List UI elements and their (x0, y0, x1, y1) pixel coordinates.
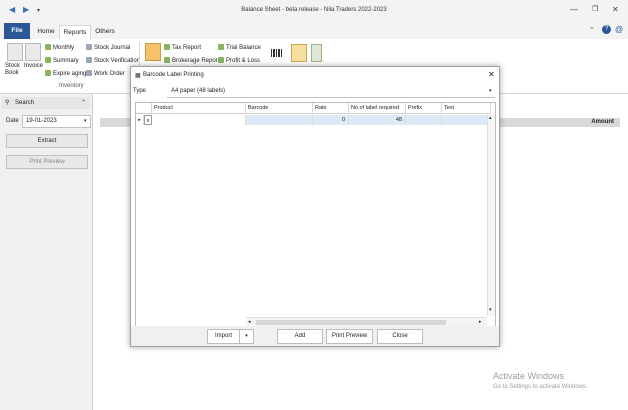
minimize-icon[interactable]: — (570, 5, 578, 14)
expire-aging-icon (45, 70, 51, 76)
accounts-icon (145, 43, 161, 61)
date-label: Date (6, 118, 19, 124)
amount-column-header: Amount (591, 119, 614, 125)
invoice-icon (25, 43, 41, 61)
rate-cell[interactable]: 0 (313, 115, 349, 125)
horizontal-scroll-thumb[interactable] (256, 320, 446, 325)
left-panel: ⚲ Search ⌃ Date 19-01-2023 ▾ Extract Pri… (0, 94, 93, 410)
rate-column-header: Rate (313, 103, 349, 114)
tab-home[interactable]: Home (34, 25, 58, 39)
add-button[interactable]: Add (277, 329, 323, 344)
prefix-cell[interactable] (406, 115, 442, 125)
row-pointer-icon: ▸ (136, 115, 144, 125)
trial-balance-icon (218, 44, 224, 50)
product-cell[interactable] (152, 115, 246, 125)
search-label: Search (15, 100, 35, 106)
activate-windows-subtitle: Go to Settings to activate Windows. (493, 384, 588, 390)
type-label: Type (133, 88, 147, 94)
work-order-button[interactable]: Work Order (86, 70, 125, 77)
tax-report-icon (164, 44, 170, 50)
close-button[interactable]: Close (377, 329, 423, 344)
stock-book-button[interactable]: Stock Book (5, 63, 23, 77)
brokerage-report-icon (164, 57, 170, 63)
print-preview-button[interactable]: Print Preview (6, 155, 88, 169)
summary-icon (45, 57, 51, 63)
brokerage-report-button[interactable]: Brokerage Report (164, 57, 219, 64)
invoice-button[interactable]: Invoice (24, 63, 43, 69)
date-value: 19-01-2023 (26, 118, 57, 124)
search-icon: ⚲ (5, 100, 10, 106)
barcode-icon[interactable] (270, 47, 284, 63)
text-column-header: Text (442, 103, 491, 114)
ribbon-tabs: File Home Reports Others ⌃ ? @ (0, 22, 628, 40)
restore-icon[interactable]: ❐ (592, 5, 598, 13)
tax-report-button[interactable]: Tax Report (164, 44, 201, 51)
dialog-close-icon[interactable]: ✕ (488, 70, 495, 79)
monthly-icon (45, 44, 51, 50)
profit-loss-button[interactable]: Profit & Loss (218, 57, 260, 64)
bottle-icon[interactable] (311, 44, 322, 62)
stock-journal-icon (86, 44, 92, 50)
prefix-column-header: Prefix (406, 103, 442, 114)
type-dropdown-icon[interactable]: ▾ (489, 88, 492, 94)
barcode-title-icon: ▦ (135, 73, 141, 79)
product-column-header: Product (152, 103, 246, 114)
collapse-ribbon-icon[interactable]: ⌃ (589, 26, 595, 34)
window-title: Balance Sheet - beta release - Nila Trad… (241, 7, 387, 13)
barcode-column-header: Barcode (246, 103, 313, 114)
import-button[interactable]: Import (207, 329, 240, 344)
activate-windows-title: Activate Windows (493, 371, 565, 381)
monthly-button[interactable]: Monthly (45, 44, 74, 51)
inventory-group-label: Inventory (59, 83, 84, 89)
scroll-down-icon[interactable]: ▾ (489, 307, 492, 313)
barcode-label-printing-dialog: ▦ Barcode Label Printing ✕ Type A4 paper… (130, 66, 500, 347)
dialog-title: Barcode Label Printing (143, 72, 204, 78)
title-bar: ◀ ▶ ▾ Balance Sheet - beta release - Nil… (0, 0, 628, 22)
expire-aging-button[interactable]: Expire aging (45, 70, 86, 77)
barcode-cell[interactable] (246, 115, 313, 125)
search-panel-header[interactable]: ⚲ Search ⌃ (2, 97, 90, 109)
date-dropdown-icon[interactable]: ▾ (84, 118, 87, 124)
stock-verification-icon (86, 57, 92, 63)
scroll-right-icon[interactable]: ▸ (479, 319, 482, 325)
text-cell[interactable] (442, 115, 491, 125)
date-field[interactable]: 19-01-2023 ▾ (22, 115, 91, 128)
settings-icon[interactable] (291, 44, 307, 62)
scroll-up-icon[interactable]: ▴ (489, 115, 492, 121)
close-window-icon[interactable]: ✕ (612, 5, 619, 14)
dialog-button-bar: Import ▾ Add Print Preview Close (131, 326, 499, 346)
work-order-icon (86, 70, 92, 76)
extract-button[interactable]: Extract (6, 134, 88, 148)
dialog-title-bar: ▦ Barcode Label Printing ✕ (131, 67, 499, 85)
trial-balance-button[interactable]: Trial Balance (218, 44, 261, 51)
scroll-left-icon[interactable]: ◂ (248, 319, 251, 325)
tab-others[interactable]: Others (92, 25, 118, 39)
summary-button[interactable]: Summary (45, 57, 79, 64)
profit-loss-icon (218, 57, 224, 63)
import-dropdown-icon[interactable]: ▾ (239, 329, 254, 344)
type-select[interactable]: A4 paper (48 labels) ▾ (167, 86, 495, 98)
collapse-panel-icon[interactable]: ⌃ (81, 99, 86, 106)
no-of-label-cell[interactable]: 48 (349, 115, 406, 125)
row-delete-button[interactable]: x (144, 115, 152, 125)
stock-book-icon (7, 43, 23, 61)
barcode-grid: Product Barcode Rate No of label require… (135, 102, 496, 329)
print-preview-dialog-button[interactable]: Print Preview (326, 329, 373, 344)
vertical-scrollbar[interactable]: ▴ ▾ (487, 114, 495, 316)
type-value: A4 paper (48 labels) (171, 88, 226, 94)
tab-file[interactable]: File (4, 23, 30, 39)
tab-reports[interactable]: Reports (59, 25, 91, 40)
stock-journal-button[interactable]: Stock Journal (86, 44, 130, 51)
no-of-label-column-header: No of label required (349, 103, 406, 114)
stock-verification-button[interactable]: Stock Verification (86, 57, 140, 64)
row-selector-header (136, 103, 152, 114)
help-icon[interactable]: ? (602, 25, 611, 34)
at-icon[interactable]: @ (615, 25, 623, 34)
